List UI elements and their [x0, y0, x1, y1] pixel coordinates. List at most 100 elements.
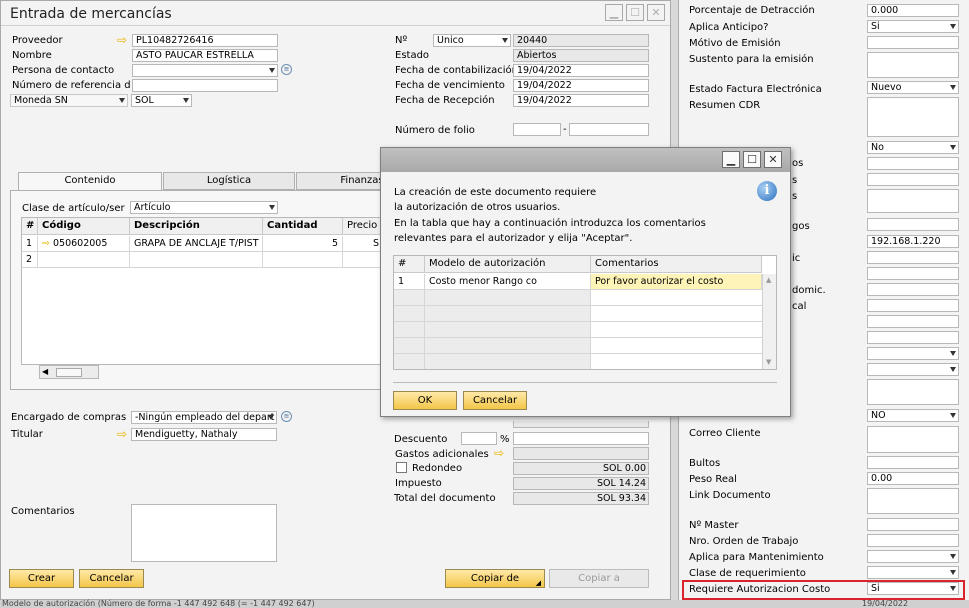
vertical-scrollbar[interactable]: ▲ ▼	[762, 274, 776, 369]
table-cell[interactable]: ⇨ 050602005	[38, 236, 130, 252]
titular-field[interactable]: Mendiguetty, Nathaly	[131, 428, 277, 441]
correo-field[interactable]	[867, 426, 959, 453]
bultos-field[interactable]	[867, 456, 959, 469]
fecha-contabilizacion-field[interactable]: 19/04/2022	[513, 64, 649, 77]
moneda-sn-select[interactable]: Moneda SN	[10, 94, 128, 107]
resumen-cdr-field[interactable]	[867, 97, 959, 137]
no-select[interactable]: No	[867, 141, 959, 154]
folio-number-field[interactable]	[569, 123, 649, 136]
motivo-emision-field[interactable]	[867, 36, 959, 49]
empty-rows[interactable]	[394, 290, 762, 369]
contacto-select[interactable]	[132, 64, 278, 77]
anticipo-select[interactable]: Si	[867, 20, 959, 33]
user-select[interactable]	[867, 347, 959, 360]
table-cell[interactable]	[130, 252, 263, 268]
peso-field[interactable]: 0.00	[867, 472, 959, 485]
column-header[interactable]: #	[394, 256, 425, 273]
table-cell[interactable]: GRAPA DE ANCLAJE T/PIST	[130, 236, 263, 252]
link-arrow-icon[interactable]: ⇨	[494, 447, 508, 459]
user-field[interactable]	[867, 267, 959, 280]
horizontal-scrollbar[interactable]: ◀	[39, 365, 99, 379]
table-cell[interactable]: 5	[263, 236, 343, 252]
ip-field[interactable]: 192.168.1.220	[867, 235, 959, 248]
dialog-close-button[interactable]: ✕	[764, 151, 782, 168]
info-icon[interactable]: ≡	[281, 411, 292, 422]
user-select[interactable]	[867, 363, 959, 376]
column-header[interactable]: #	[22, 218, 38, 235]
encargado-select[interactable]: -Ningún empleado del depart	[131, 411, 277, 424]
mantenimiento-select[interactable]	[867, 550, 959, 563]
redondeo-checkbox[interactable]	[396, 462, 407, 473]
user-field[interactable]	[867, 283, 959, 296]
close-button[interactable]: ✕	[647, 4, 665, 21]
field-label: Estado Factura Electrónica	[689, 84, 822, 95]
link-arrow-icon[interactable]: ⇨	[42, 238, 50, 249]
req-auth-select[interactable]: Si	[867, 582, 959, 595]
fecha-vencimiento-field[interactable]: 19/04/2022	[513, 79, 649, 92]
column-header[interactable]: Comentarios	[591, 256, 762, 273]
tab-contenido[interactable]: Contenido	[18, 172, 162, 191]
detraccion-field[interactable]: 0.000	[867, 4, 959, 17]
column-header[interactable]: Modelo de autorización	[425, 256, 591, 273]
fecha-recepcion-field[interactable]: 19/04/2022	[513, 94, 649, 107]
sustento-field[interactable]	[867, 52, 959, 78]
window-title: Entrada de mercancías	[10, 6, 172, 22]
user-field[interactable]	[867, 315, 959, 328]
maximize-button[interactable]: ☐	[626, 4, 644, 21]
orden-field[interactable]	[867, 534, 959, 547]
dialog-cancel-button[interactable]: Cancelar	[463, 391, 527, 410]
column-header[interactable]: Código	[38, 218, 130, 235]
folio-prefix-field[interactable]	[513, 123, 561, 136]
link-field[interactable]	[867, 488, 959, 514]
clase-req-select[interactable]	[867, 566, 959, 579]
minimize-button[interactable]: ▁	[605, 4, 623, 21]
field-label: Aplica Anticipo?	[689, 22, 769, 33]
dialog-maximize-button[interactable]: ☐	[743, 151, 761, 168]
dialog-message-line: La creación de este documento requiere	[394, 187, 597, 198]
serie-select[interactable]: Unico	[433, 34, 511, 47]
user-field[interactable]	[867, 157, 959, 170]
proveedor-field[interactable]: PL10482726416	[132, 34, 278, 47]
scrollbar-thumb[interactable]	[56, 368, 82, 377]
dialog-minimize-button[interactable]: ▁	[722, 151, 740, 168]
copiar-de-button[interactable]: Copiar de ◢	[445, 569, 545, 588]
column-header[interactable]: Precio	[343, 218, 382, 235]
column-header[interactable]: Cantidad	[263, 218, 343, 235]
link-arrow-icon[interactable]: ⇨	[117, 34, 131, 46]
descuento-amount-field[interactable]	[513, 432, 649, 445]
no2-select[interactable]: NO	[867, 409, 959, 422]
cancelar-button[interactable]: Cancelar	[79, 569, 144, 588]
user-field[interactable]	[867, 331, 959, 344]
estado-fe-select[interactable]: Nuevo	[867, 81, 959, 94]
user-field[interactable]	[867, 299, 959, 312]
comentarios-textarea[interactable]	[131, 504, 277, 562]
column-header[interactable]: Descripción	[130, 218, 263, 235]
link-arrow-icon[interactable]: ⇨	[117, 428, 131, 440]
user-field[interactable]	[867, 189, 959, 213]
referencia-field[interactable]	[132, 79, 278, 92]
moneda-select[interactable]: SOL	[131, 94, 192, 107]
comment-cell[interactable]: Por favor autorizar el costo	[591, 274, 762, 290]
clase-articulo-select[interactable]: Artículo	[130, 201, 278, 214]
close-icon: ✕	[768, 153, 778, 166]
master-field[interactable]	[867, 518, 959, 531]
table-cell[interactable]: S	[343, 236, 382, 252]
scroll-up-icon[interactable]: ▲	[766, 276, 771, 284]
table-cell[interactable]	[38, 252, 130, 268]
table-cell[interactable]	[343, 252, 382, 268]
tab-logistica[interactable]: Logística	[163, 172, 295, 190]
table-cell[interactable]	[263, 252, 343, 268]
ok-button[interactable]: OK	[393, 391, 457, 410]
gastos-label: Gastos adicionales	[395, 449, 489, 460]
user-field[interactable]	[867, 251, 959, 264]
scroll-down-icon[interactable]: ▼	[766, 358, 771, 366]
user-field[interactable]	[867, 173, 959, 186]
descuento-pct-field[interactable]	[461, 432, 497, 445]
scroll-left-icon[interactable]: ◀	[42, 367, 48, 376]
table-cell[interactable]: Costo menor Rango co	[425, 274, 591, 290]
nombre-field[interactable]: ASTO PAUCAR ESTRELLA	[132, 49, 278, 62]
crear-button[interactable]: Crear	[9, 569, 74, 588]
info-icon[interactable]: ≡	[281, 64, 292, 75]
user-field[interactable]	[867, 218, 959, 231]
user-field[interactable]	[867, 379, 959, 405]
